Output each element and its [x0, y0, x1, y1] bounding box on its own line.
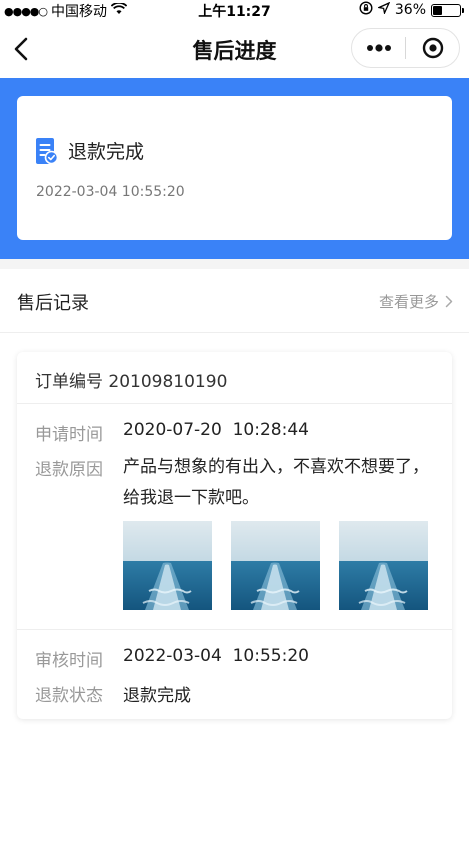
refund-status-card: 退款完成 2022-03-04 10:55:20	[17, 96, 452, 240]
navigation-bar: 售后进度	[0, 20, 469, 78]
battery-level	[433, 5, 442, 15]
status-row: 退款完成	[35, 137, 144, 164]
review-time-label: 审核时间	[35, 651, 103, 671]
location-arrow-icon	[376, 1, 391, 18]
orientation-lock-icon	[359, 1, 373, 19]
document-check-icon	[36, 137, 58, 164]
after-sales-record-header: 售后记录 查看更多	[0, 269, 469, 333]
order-number: 订单编号 20109810190	[35, 372, 228, 392]
mini-program-capsule	[351, 28, 460, 68]
more-dots-icon	[366, 44, 391, 52]
review-time-row: 审核时间 2022-03-04 10:55:20	[35, 646, 309, 671]
sea-photo	[339, 521, 428, 610]
view-more-label: 查看更多	[378, 293, 439, 311]
evidence-image[interactable]	[123, 521, 212, 610]
more-button[interactable]	[352, 29, 405, 67]
chevron-right-icon	[445, 295, 453, 308]
close-mini-program-button[interactable]	[406, 29, 459, 67]
sea-photo	[231, 521, 320, 610]
evidence-image[interactable]	[231, 521, 320, 610]
after-sales-record-card: 订单编号 20109810190 申请时间 2020-07-20 10:28:4…	[17, 352, 452, 719]
record-divider	[17, 403, 452, 404]
apply-time-value: 2020-07-20 10:28:44	[123, 420, 309, 440]
battery-percent: 36%	[394, 2, 426, 18]
evidence-image[interactable]	[339, 521, 428, 610]
section-title: 售后记录	[17, 293, 89, 314]
view-more-link[interactable]: 查看更多	[379, 291, 453, 312]
refund-status-label: 退款状态	[35, 686, 103, 706]
status-right: 36%	[359, 1, 464, 19]
record-divider	[17, 629, 452, 630]
apply-time-row: 申请时间 2020-07-20 10:28:44	[35, 420, 309, 445]
refund-reason-value: 产品与想象的有出入，不喜欢不想要了，给我退一下款吧。	[123, 457, 429, 508]
sea-photo	[123, 521, 212, 610]
refund-status-value: 退款完成	[123, 686, 191, 706]
refund-reason-label: 退款原因	[35, 460, 103, 480]
review-time-value: 2022-03-04 10:55:20	[123, 646, 309, 666]
refund-reason-row: 退款原因	[35, 455, 123, 480]
battery-icon	[431, 3, 464, 17]
status-datetime: 2022-03-04 10:55:20	[36, 184, 185, 200]
apply-time-label: 申请时间	[35, 425, 103, 445]
evidence-images	[123, 521, 428, 610]
target-close-icon	[422, 37, 443, 59]
refund-status-title: 退款完成	[68, 141, 145, 163]
status-bar: ●●●●○ 中国移动 上午11:27 36%	[0, 0, 469, 20]
section-gap	[0, 259, 469, 269]
refund-status-row: 退款状态 退款完成	[35, 681, 191, 706]
